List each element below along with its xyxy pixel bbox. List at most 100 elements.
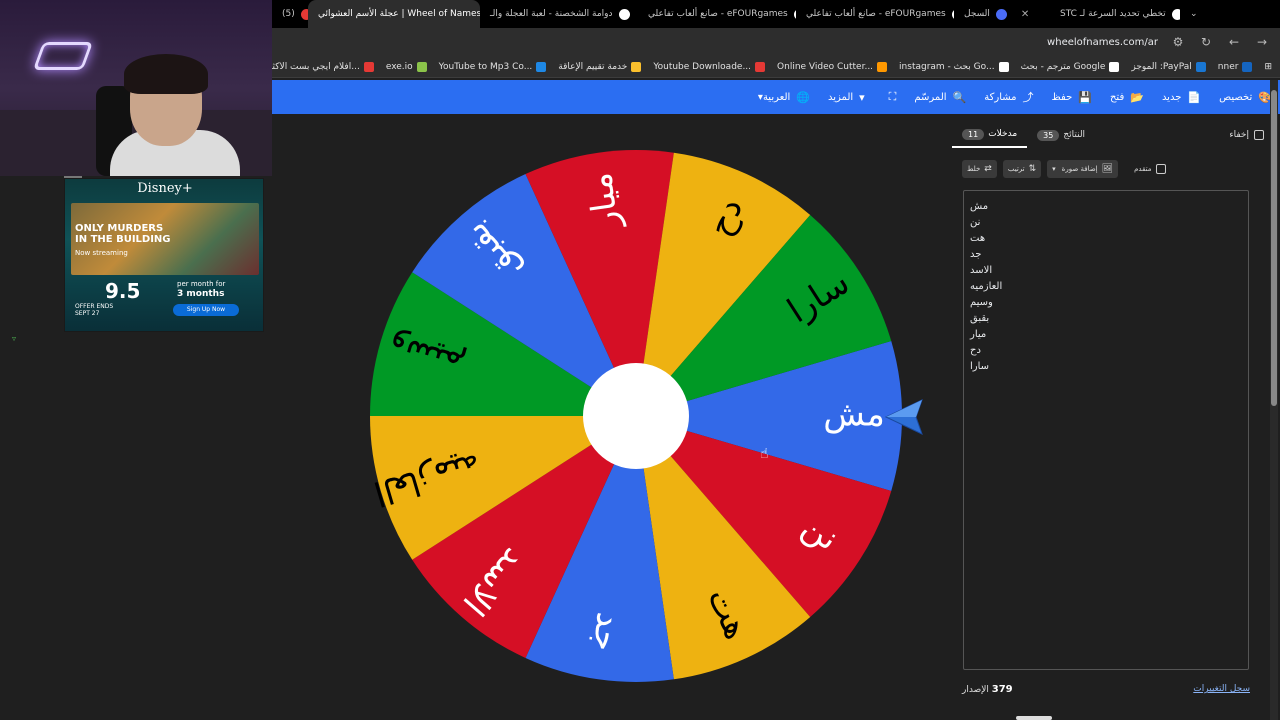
bookmark-favicon-icon: [416, 61, 427, 72]
shuffle-button[interactable]: ⇄ خلط: [962, 160, 997, 178]
browser-tab[interactable]: (5)✕: [272, 0, 308, 28]
browser-tab[interactable]: eFOURgames - صانع ألعاب تفاعلي✕: [796, 0, 954, 28]
bookmark-favicon-icon: [363, 61, 374, 72]
header-item-label: حفظ: [1051, 91, 1073, 103]
tab-close-icon[interactable]: ✕: [1021, 9, 1029, 20]
bookmark-favicon-icon: [998, 61, 1009, 72]
wheel-of-names[interactable]: مش نن هت جد الاسد العازميه وسيم بقبق ميار دح سارا: [368, 148, 904, 684]
add-image-button[interactable]: 🖼 إضافة صورة ▾: [1047, 160, 1119, 178]
shuffle-icon: ⇄: [984, 164, 992, 174]
browser-tab[interactable]: دوامة الشخصنة - لعبة العجلة والـ✕: [480, 0, 638, 28]
tab-search-icon[interactable]: ⌄: [1180, 0, 1208, 28]
advanced-toggle[interactable]: متقدم: [1134, 164, 1167, 174]
header-menu-item[interactable]: ⛶: [883, 90, 897, 104]
advanced-label: متقدم: [1134, 165, 1152, 173]
entries-textarea[interactable]: مش نن هت جد الاسد العازميه وسيم بقبق ميار دح سارا: [963, 190, 1249, 670]
wheel-segment-label: جد: [584, 610, 629, 654]
site-settings-icon[interactable]: ⚙: [1170, 35, 1186, 49]
entry-line: بقبق: [970, 313, 990, 324]
bottom-indicator: [1016, 716, 1052, 720]
header-item-label: المزيد: [827, 91, 854, 103]
entry-line: ميار: [970, 329, 987, 340]
bookmark-item[interactable]: خدمة تقييم الإعاقة: [558, 61, 642, 72]
wheel-pointer-icon: [884, 399, 923, 435]
tab-favicon-icon: [1171, 8, 1180, 20]
tab-results[interactable]: النتائج 35: [1027, 122, 1095, 148]
hide-checkbox[interactable]: [1254, 130, 1264, 140]
ad-brand: Disney+: [137, 181, 193, 196]
header-item-icon: 📂: [1130, 90, 1144, 104]
wheel-center-hub[interactable]: [583, 363, 689, 469]
adchoices-icon[interactable]: ▿: [12, 334, 16, 343]
tab-title: السجل: [964, 9, 990, 19]
entry-line: دح: [970, 345, 981, 356]
scrollbar-thumb[interactable]: [1271, 90, 1277, 406]
header-menu-item[interactable]: 📄 جديد: [1162, 91, 1201, 104]
ad-offer: OFFER ENDS SEPT 27: [75, 303, 113, 317]
wheel-segment-label: مش: [823, 395, 885, 435]
header-menu-item[interactable]: 🌐 العربية ▾: [758, 91, 810, 104]
ad-show-title-line2: IN THE BUILDING: [75, 234, 171, 245]
ad-show-title: ONLY MURDERS IN THE BUILDING: [75, 223, 171, 245]
advanced-checkbox[interactable]: [1156, 164, 1167, 174]
header-item-icon: 🌐: [796, 90, 810, 104]
bookmark-item[interactable]: Youtube Downloade...: [653, 61, 766, 72]
entry-line: نن: [970, 217, 981, 228]
hide-toggle[interactable]: إخفاء: [1229, 130, 1268, 140]
browser-tab[interactable]: تخطي تحديد السرعة لـ STC✕: [1050, 0, 1180, 28]
bookmark-item[interactable]: YouTube to Mp3 Co...: [439, 61, 547, 72]
bookmark-label: Online Video Cutter...: [777, 61, 874, 72]
ad-signup-button[interactable]: Sign Up Now: [173, 304, 239, 316]
bookmark-item[interactable]: Online Video Cutter...: [777, 61, 888, 72]
bookmark-favicon-icon: [1109, 61, 1120, 72]
bookmark-item[interactable]: افلام ايجي بست الاكثر...: [268, 61, 374, 72]
streamer-hair: [124, 54, 208, 94]
tab-title: eFOURgames - صانع ألعاب تفاعلي: [648, 9, 788, 19]
header-item-label: فتح: [1109, 91, 1125, 103]
sort-icon: ⇅: [1028, 164, 1037, 174]
reload-icon[interactable]: ↻: [1198, 35, 1214, 49]
browser-tab[interactable]: eFOURgames - صانع ألعاب تفاعلي✕: [638, 0, 796, 28]
apps-grid-icon[interactable]: ⊞: [1264, 62, 1272, 72]
forward-icon[interactable]: →: [1254, 35, 1270, 49]
changelog-link[interactable]: سجل التغييرات: [1193, 684, 1250, 694]
ad-months: 3 months: [177, 289, 225, 299]
header-menu-item[interactable]: ⤴ مشاركة: [984, 89, 1033, 105]
neon-logo-icon: [32, 42, 94, 70]
bookmark-favicon-icon: [1195, 61, 1206, 72]
tab-favicon-icon: [995, 8, 1007, 20]
bookmark-item[interactable]: instagram - بحث Go...: [899, 61, 1009, 72]
header-menu-item[interactable]: ▾ المزيد: [828, 91, 865, 104]
sort-label: ترتيب: [1007, 165, 1025, 173]
header-item-icon: ⛶: [888, 90, 897, 103]
ad-per-month: per month for: [177, 280, 226, 288]
wheel-svg[interactable]: مشننهتجدالاسدالعازميهوسيمبقبقميار دحسارا: [368, 148, 904, 684]
bookmark-item[interactable]: الموجز :PayPal: [1131, 61, 1206, 72]
entry-line: وسيم: [970, 297, 993, 308]
header-menu-item[interactable]: 🔍 المرسّم: [914, 91, 966, 104]
header-item-label: تخصيص: [1219, 91, 1253, 103]
mouse-cursor-icon: ☝: [760, 446, 769, 462]
page-scrollbar[interactable]: [1270, 80, 1278, 720]
tab-entries-count: 11: [962, 128, 985, 140]
bookmark-label: الموجز :PayPal: [1131, 61, 1192, 72]
bookmark-item[interactable]: nner: [1218, 61, 1253, 72]
header-menu-item[interactable]: 🎨 تخصيص: [1219, 91, 1272, 104]
header-menu-item[interactable]: 💾 حفظ: [1052, 91, 1092, 104]
url-text[interactable]: wheelofnames.com/ar: [1047, 37, 1158, 48]
tab-entries[interactable]: مدخلات 11: [952, 122, 1028, 148]
entry-line: مش: [970, 201, 989, 212]
browser-tab[interactable]: السجل ✕: [954, 0, 1050, 28]
bookmark-item[interactable]: مترجم - بحث Google: [1021, 61, 1120, 72]
browser-tab[interactable]: Wheel of Names | عجلة الأسم العشوائي✕: [308, 0, 480, 28]
tab-title: eFOURgames - صانع ألعاب تفاعلي: [806, 9, 946, 19]
disney-ad[interactable]: Disney+ ONLY MURDERS IN THE BUILDING Now…: [64, 178, 264, 332]
sort-button[interactable]: ⇅ ترتيب: [1002, 160, 1042, 178]
header-menu-item[interactable]: 📂 فتح: [1110, 91, 1144, 104]
chevron-down-icon: ▾: [757, 91, 763, 103]
back-icon[interactable]: ←: [1226, 35, 1242, 49]
bookmark-label: Youtube Downloade...: [653, 61, 752, 72]
entry-line: جد: [970, 249, 982, 260]
tab-title: Wheel of Names | عجلة الأسم العشوائي: [318, 9, 480, 19]
bookmark-item[interactable]: exe.io: [386, 61, 427, 72]
